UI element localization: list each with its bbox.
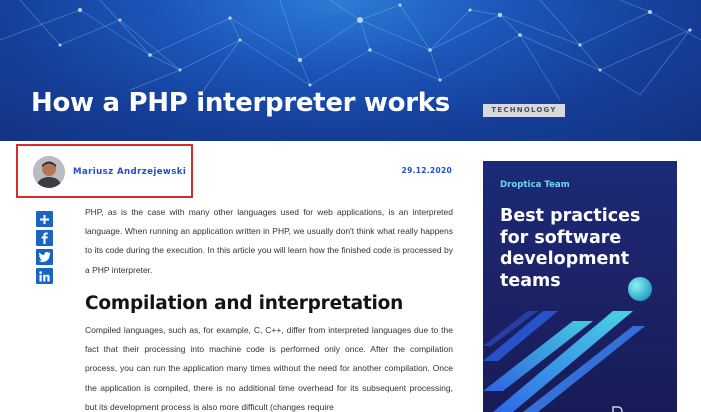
share-plus-icon [40, 214, 49, 224]
person-icon [33, 156, 65, 188]
share-plus-button[interactable] [36, 211, 53, 227]
ad-headline: Best practices for software development … [500, 206, 641, 291]
article-paragraph: Compiled languages, such as, for example… [85, 325, 453, 412]
twitter-icon [38, 252, 50, 262]
share-facebook-button[interactable] [36, 230, 53, 246]
article-intro: PHP, as is the case with many other lang… [85, 207, 453, 275]
ad-brand-label: Droptica Team [500, 180, 570, 190]
network-background-graphic [0, 0, 701, 101]
share-bar [36, 211, 53, 287]
author-card[interactable]: Mariusz Andrzejewski [16, 144, 193, 198]
category-tag[interactable]: TECHNOLOGY [483, 104, 565, 117]
linkedin-icon [39, 270, 50, 281]
share-twitter-button[interactable] [36, 249, 53, 265]
author-name-link[interactable]: Mariusz Andrzejewski [73, 167, 186, 177]
share-linkedin-button[interactable] [36, 268, 53, 284]
facebook-icon [41, 232, 48, 244]
section-heading: Compilation and interpretation [85, 293, 404, 314]
sidebar-ad-banner[interactable]: Droptica Team Best practices for softwar… [483, 161, 677, 412]
page-title: How a PHP interpreter works [31, 88, 450, 118]
author-avatar[interactable] [33, 156, 65, 188]
publish-date: 29.12.2020 [401, 166, 452, 175]
hero-banner: How a PHP interpreter works TECHNOLOGY [0, 0, 701, 141]
